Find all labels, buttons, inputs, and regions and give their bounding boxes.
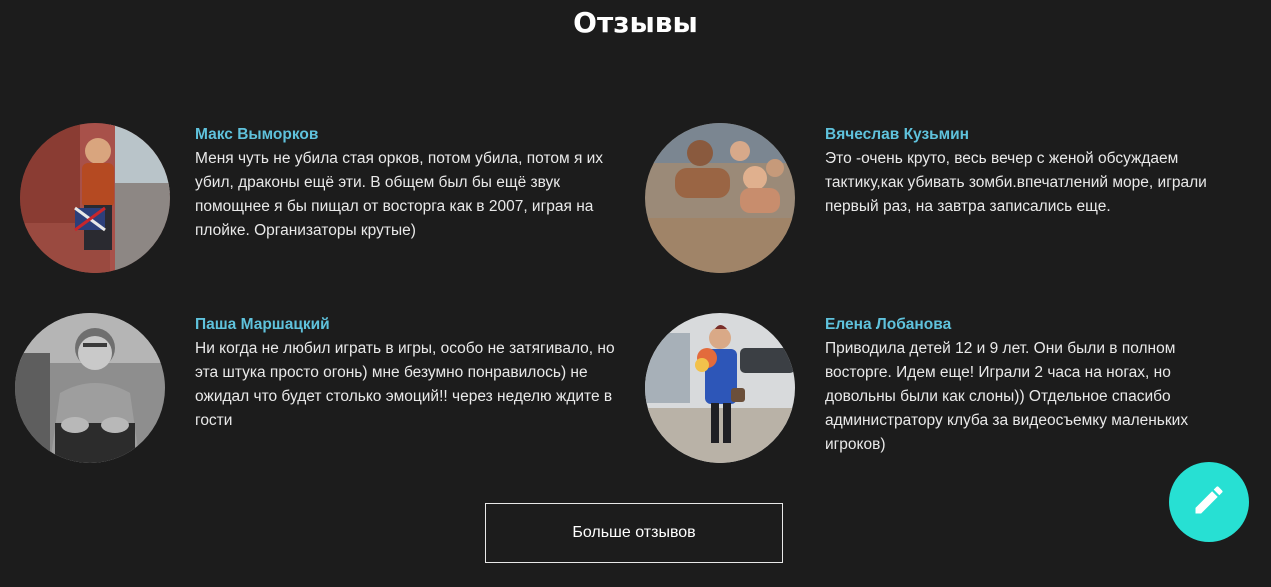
review-body: Вячеслав Кузьмин Это -очень круто, весь … [825, 123, 1235, 219]
write-review-button[interactable] [1169, 462, 1249, 542]
reviewer-name: Вячеслав Кузьмин [825, 126, 970, 143]
review-body: Елена Лобанова Приводила детей 12 и 9 ле… [825, 313, 1235, 457]
review-text: Меня чуть не убила стая орков, потом уби… [195, 150, 604, 239]
avatar [20, 123, 170, 273]
review-text: Приводила детей 12 и 9 лет. Они были в п… [825, 340, 1189, 453]
reviews-page: Отзывы Макс Выморков Меня чуть не убила … [0, 0, 1271, 587]
pencil-icon [1191, 482, 1227, 522]
review-body: Паша Маршацкий Ни когда не любил играть … [195, 313, 620, 433]
reviewer-name: Паша Маршацкий [195, 316, 330, 333]
section-title: Отзывы [573, 6, 698, 39]
review-text: Ни когда не любил играть в игры, особо н… [195, 340, 615, 429]
more-reviews-button[interactable]: Больше отзывов [485, 503, 783, 563]
avatar [645, 123, 795, 273]
review-text: Это -очень круто, весь вечер с женой обс… [825, 150, 1207, 215]
avatar [15, 313, 165, 463]
review-body: Макс Выморков Меня чуть не убила стая ор… [195, 123, 625, 243]
avatar [645, 313, 795, 463]
reviewer-name: Макс Выморков [195, 126, 319, 143]
reviewer-name: Елена Лобанова [825, 316, 952, 333]
